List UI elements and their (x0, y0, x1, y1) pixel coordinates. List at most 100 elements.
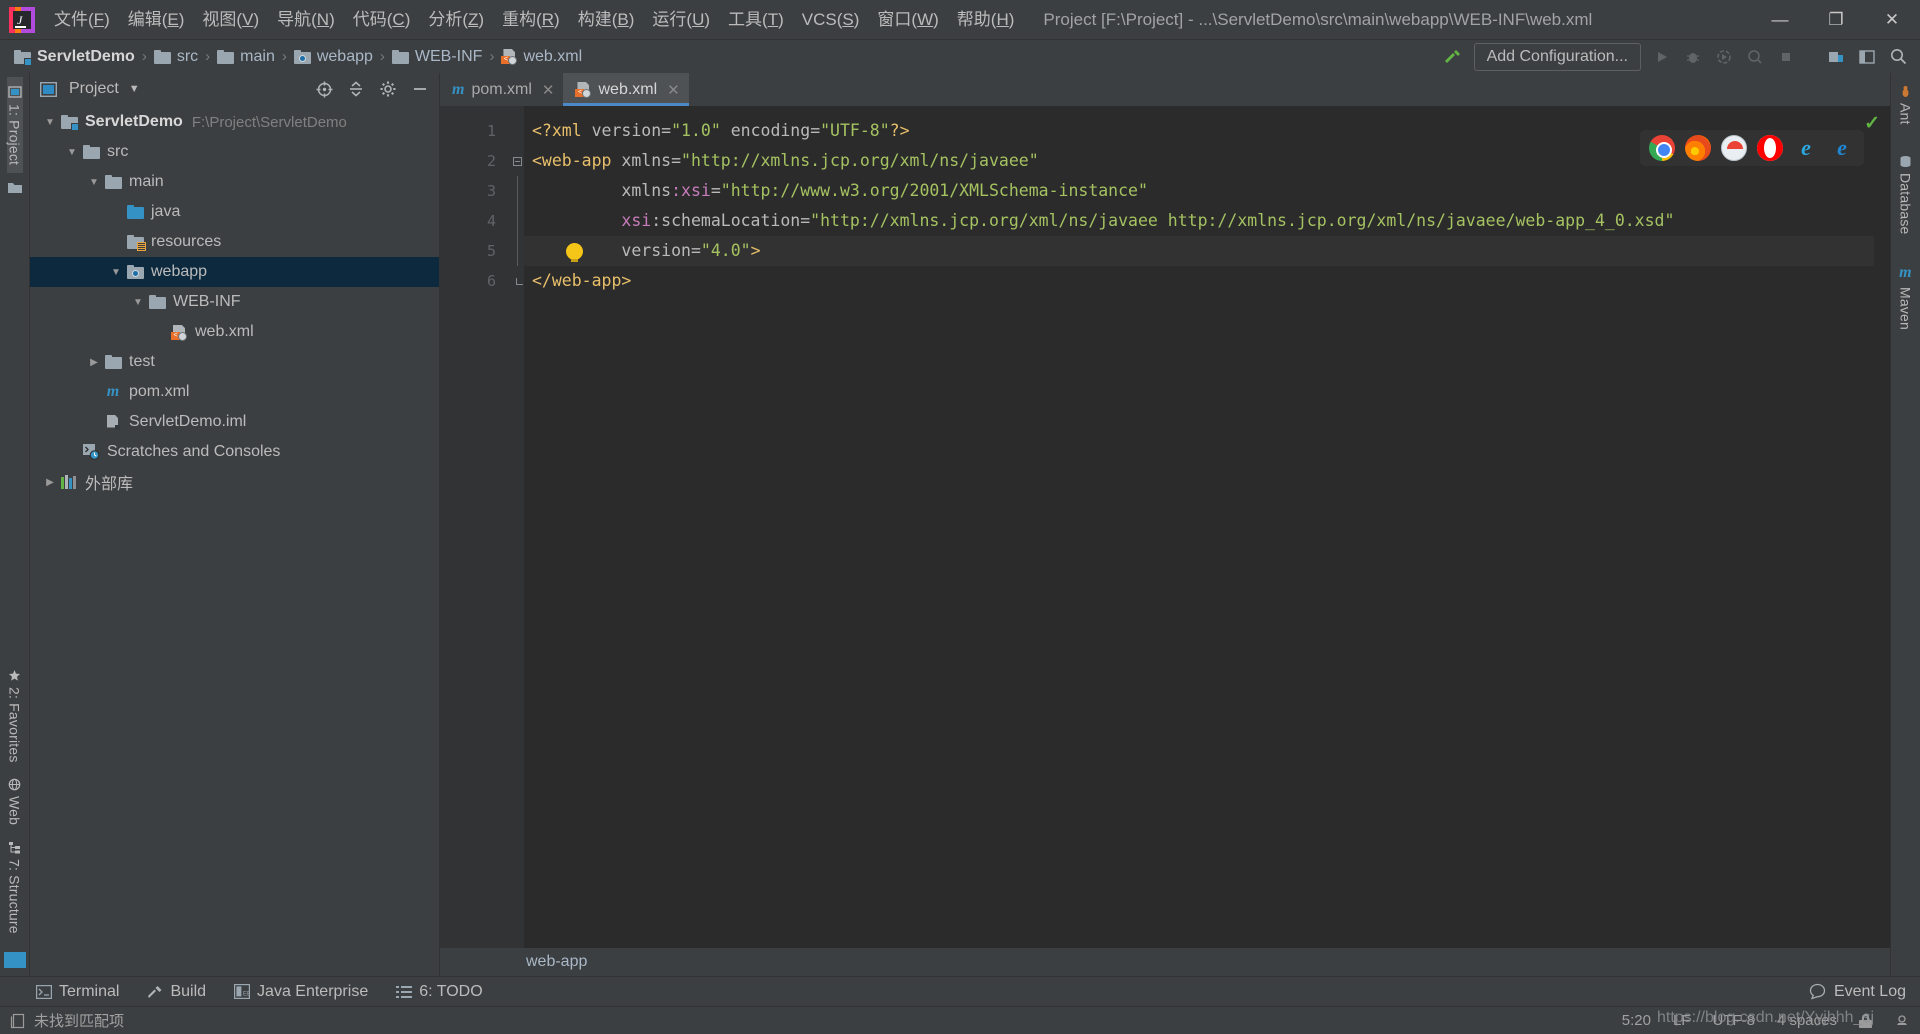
tree-node-src[interactable]: ▼ src (30, 137, 439, 167)
folder-strip-icon[interactable] (7, 181, 23, 195)
menu-analyze[interactable]: 分析(Z) (419, 0, 493, 40)
marker-scrollbar[interactable]: ✓ (1864, 106, 1890, 948)
tool-tab-project[interactable]: 1: Project (6, 77, 23, 174)
breadcrumb-item-main[interactable]: main (217, 48, 275, 66)
tool-tab-maven[interactable]: m Maven (1898, 256, 1914, 338)
menu-tools[interactable]: 工具(T) (719, 0, 793, 40)
updates-icon[interactable] (1822, 44, 1850, 70)
breadcrumb-item-servletdemo[interactable]: ServletDemo (14, 48, 135, 66)
intention-bulb-icon[interactable] (566, 243, 583, 262)
chevron-down-icon[interactable]: ▼ (42, 117, 58, 128)
breadcrumb-item-webapp[interactable]: webapp (293, 48, 373, 66)
chevron-right-icon[interactable]: ▶ (86, 357, 102, 368)
code-folding-strip[interactable] (510, 106, 524, 948)
tree-node-webapp[interactable]: ▼ webapp (30, 257, 439, 287)
caret-position[interactable]: 5:20 (1622, 1012, 1651, 1029)
gear-icon[interactable] (375, 77, 401, 101)
close-button[interactable]: ✕ (1864, 0, 1920, 40)
chevron-down-icon[interactable]: ▼ (129, 83, 140, 95)
firefox-icon[interactable] (1685, 135, 1711, 161)
chevron-down-icon[interactable]: ▼ (130, 297, 146, 308)
build-hammer-icon[interactable] (1439, 44, 1467, 70)
tree-node-java[interactable]: java (30, 197, 439, 227)
menu-edit[interactable]: 编辑(E) (119, 0, 194, 40)
tree-node-web-inf[interactable]: ▼ WEB-INF (30, 287, 439, 317)
tree-node-scratches-and-consoles[interactable]: Scratches and Consoles (30, 437, 439, 467)
scroll-from-source-icon[interactable] (311, 77, 337, 101)
editor-breadcrumb[interactable]: web-app (440, 948, 1890, 976)
tool-tab-web[interactable]: Web (7, 770, 23, 833)
breadcrumb-item-web-xml[interactable]: < web.xml (501, 48, 582, 66)
code-line[interactable]: xmlns:xsi="http://www.w3.org/2001/XMLSch… (524, 176, 1874, 206)
maximize-button[interactable]: ❐ (1808, 0, 1864, 40)
tool-tab-structure-label: 7: Structure (6, 859, 23, 934)
code-line[interactable]: xsi:schemaLocation="http://xmlns.jcp.org… (524, 206, 1874, 236)
menu-navigate[interactable]: 导航(N) (268, 0, 344, 40)
close-icon[interactable]: ✕ (542, 81, 555, 99)
debug-icon[interactable] (1679, 44, 1707, 70)
inspection-ok-icon[interactable]: ✓ (1864, 112, 1880, 135)
tool-tab-structure[interactable]: 7: Structure (7, 833, 23, 942)
editor-tab-web-xml[interactable]: < web.xml ✕ (563, 73, 690, 106)
browser-launch-bar[interactable]: ee (1640, 130, 1864, 166)
menu-refactor[interactable]: 重构(R) (493, 0, 569, 40)
opera-icon[interactable] (1757, 135, 1783, 161)
code-area[interactable]: 123456 <?xml version="1.0" encoding="UTF… (440, 106, 1890, 948)
menu-vcs[interactable]: VCS(S) (793, 0, 869, 40)
tree-node-servletdemo[interactable]: ▼ ServletDemo F:\Project\ServletDemo (30, 107, 439, 137)
internet-explorer-icon[interactable]: e (1793, 135, 1819, 161)
tree-node-外部库[interactable]: ▶ 外部库 (30, 467, 439, 497)
search-everywhere-icon[interactable] (1884, 44, 1912, 70)
menu-run[interactable]: 运行(U) (643, 0, 719, 40)
bottom-tab-terminal[interactable]: Terminal (36, 983, 119, 1001)
hide-icon[interactable] (407, 77, 433, 101)
code-token: = (661, 121, 672, 140)
breadcrumb-item-web-inf[interactable]: WEB-INF (391, 48, 482, 66)
fold-toggle-icon[interactable] (510, 146, 524, 176)
chevron-down-icon[interactable]: ▼ (86, 177, 102, 188)
chevron-down-icon[interactable]: ▼ (64, 147, 80, 158)
stop-icon[interactable] (1772, 44, 1800, 70)
tree-node-resources[interactable]: resources (30, 227, 439, 257)
tree-node-servletdemo-iml[interactable]: ServletDemo.iml (30, 407, 439, 437)
line-number: 1 (486, 122, 496, 140)
chrome-icon[interactable] (1649, 135, 1675, 161)
restore-layout-icon[interactable] (1853, 44, 1881, 70)
breadcrumb-item-src[interactable]: src (153, 48, 198, 66)
bottom-tab-todo[interactable]: 6: TODO (396, 983, 483, 1001)
close-icon[interactable]: ✕ (667, 81, 680, 99)
safari-icon[interactable] (1721, 135, 1747, 161)
tree-node-pom-xml[interactable]: m pom.xml (30, 377, 439, 407)
inspection-icon[interactable] (1894, 1013, 1910, 1029)
tree-node-test[interactable]: ▶ test (30, 347, 439, 377)
project-tree[interactable]: ▼ ServletDemo F:\Project\ServletDemo ▼ src ▼ m… (30, 105, 439, 976)
tool-tab-favorites[interactable]: 2: Favorites (7, 661, 23, 771)
menu-build[interactable]: 构建(B) (569, 0, 644, 40)
tool-tab-database[interactable]: Database (1898, 147, 1914, 243)
tool-tab-ant[interactable]: Ant (1898, 77, 1914, 133)
tree-node-main[interactable]: ▼ main (30, 167, 439, 197)
code-line[interactable]: </web-app> (524, 266, 1874, 296)
bottom-tab-build[interactable]: Build (147, 983, 206, 1001)
editor-tab-pom-xml[interactable]: m pom.xml ✕ (440, 73, 563, 106)
menu-window[interactable]: 窗口(W) (868, 0, 947, 40)
menu-code[interactable]: 代码(C) (344, 0, 420, 40)
event-log-label[interactable]: Event Log (1834, 983, 1906, 1001)
run-with-coverage-icon[interactable] (1710, 44, 1738, 70)
code-text[interactable]: <?xml version="1.0" encoding="UTF-8"?> <w… (524, 106, 1874, 948)
add-configuration-button[interactable]: Add Configuration... (1473, 42, 1641, 71)
chevron-down-icon[interactable]: ▼ (108, 267, 124, 278)
chevron-right-icon[interactable]: ▶ (42, 477, 58, 488)
edge-icon[interactable]: e (1829, 135, 1855, 161)
menu-file[interactable]: 文件(F) (45, 0, 119, 40)
bottom-tab-java-enterprise[interactable]: EE Java Enterprise (234, 983, 368, 1001)
code-line[interactable]: version="4.0"> (524, 236, 1874, 266)
profile-icon[interactable] (1741, 44, 1769, 70)
tree-node-web-xml[interactable]: < web.xml (30, 317, 439, 347)
code-token: "UTF-8" (820, 121, 890, 140)
menu-view[interactable]: 视图(V) (193, 0, 268, 40)
minimize-button[interactable]: — (1752, 0, 1808, 40)
menu-help[interactable]: 帮助(H) (948, 0, 1024, 40)
run-icon[interactable] (1648, 44, 1676, 70)
collapse-all-icon[interactable] (343, 77, 369, 101)
